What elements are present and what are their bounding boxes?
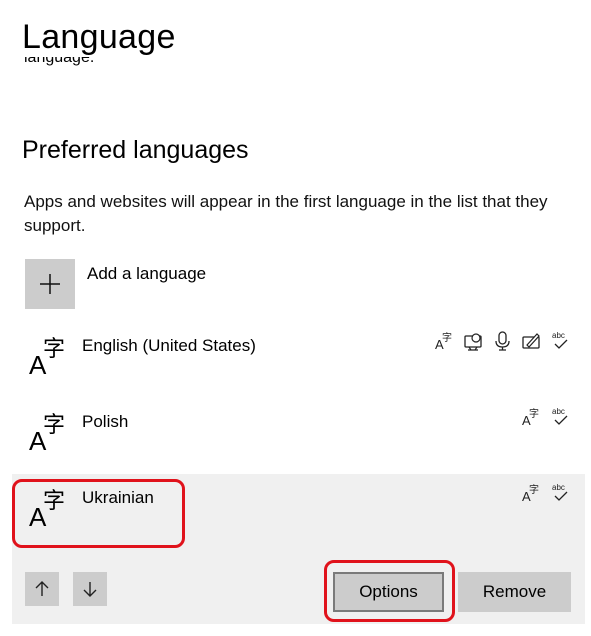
truncated-text-label: language. bbox=[24, 57, 95, 66]
language-name: Polish bbox=[82, 412, 129, 431]
language-features bbox=[521, 406, 571, 428]
spelling-icon bbox=[550, 406, 571, 428]
language-item-english[interactable]: English (United States) bbox=[12, 322, 585, 398]
section-heading: Preferred languages bbox=[22, 136, 249, 164]
language-features bbox=[521, 482, 571, 504]
language-item-polish[interactable]: Polish bbox=[12, 398, 585, 474]
move-down-button[interactable] bbox=[73, 572, 107, 606]
language-features bbox=[434, 330, 571, 352]
page-title: Language bbox=[22, 18, 176, 56]
add-language-label: Add a language bbox=[87, 264, 207, 283]
section-description: Apps and websites will appear in the fir… bbox=[24, 192, 548, 235]
display-language-icon bbox=[521, 482, 542, 504]
language-name: Ukrainian bbox=[82, 488, 154, 507]
language-name: English (United States) bbox=[82, 336, 256, 355]
spelling-icon bbox=[550, 330, 571, 352]
display-language-icon bbox=[521, 406, 542, 428]
arrow-down-icon bbox=[83, 582, 97, 597]
plus-icon bbox=[25, 259, 75, 309]
add-language-button[interactable]: Add a language bbox=[25, 259, 265, 311]
display-language-icon bbox=[434, 330, 455, 352]
language-glyph-icon bbox=[29, 486, 69, 530]
language-glyph-icon bbox=[29, 410, 69, 454]
handwriting-icon bbox=[521, 330, 542, 352]
options-button[interactable]: Options bbox=[333, 572, 444, 612]
spelling-icon bbox=[550, 482, 571, 504]
move-up-button[interactable] bbox=[25, 572, 59, 606]
voice-recognition-icon bbox=[492, 330, 513, 352]
remove-button[interactable]: Remove bbox=[458, 572, 571, 612]
truncated-text: language. bbox=[24, 57, 94, 81]
speech-icon bbox=[463, 330, 484, 352]
language-glyph-icon bbox=[29, 334, 69, 378]
arrow-up-icon bbox=[35, 581, 49, 596]
